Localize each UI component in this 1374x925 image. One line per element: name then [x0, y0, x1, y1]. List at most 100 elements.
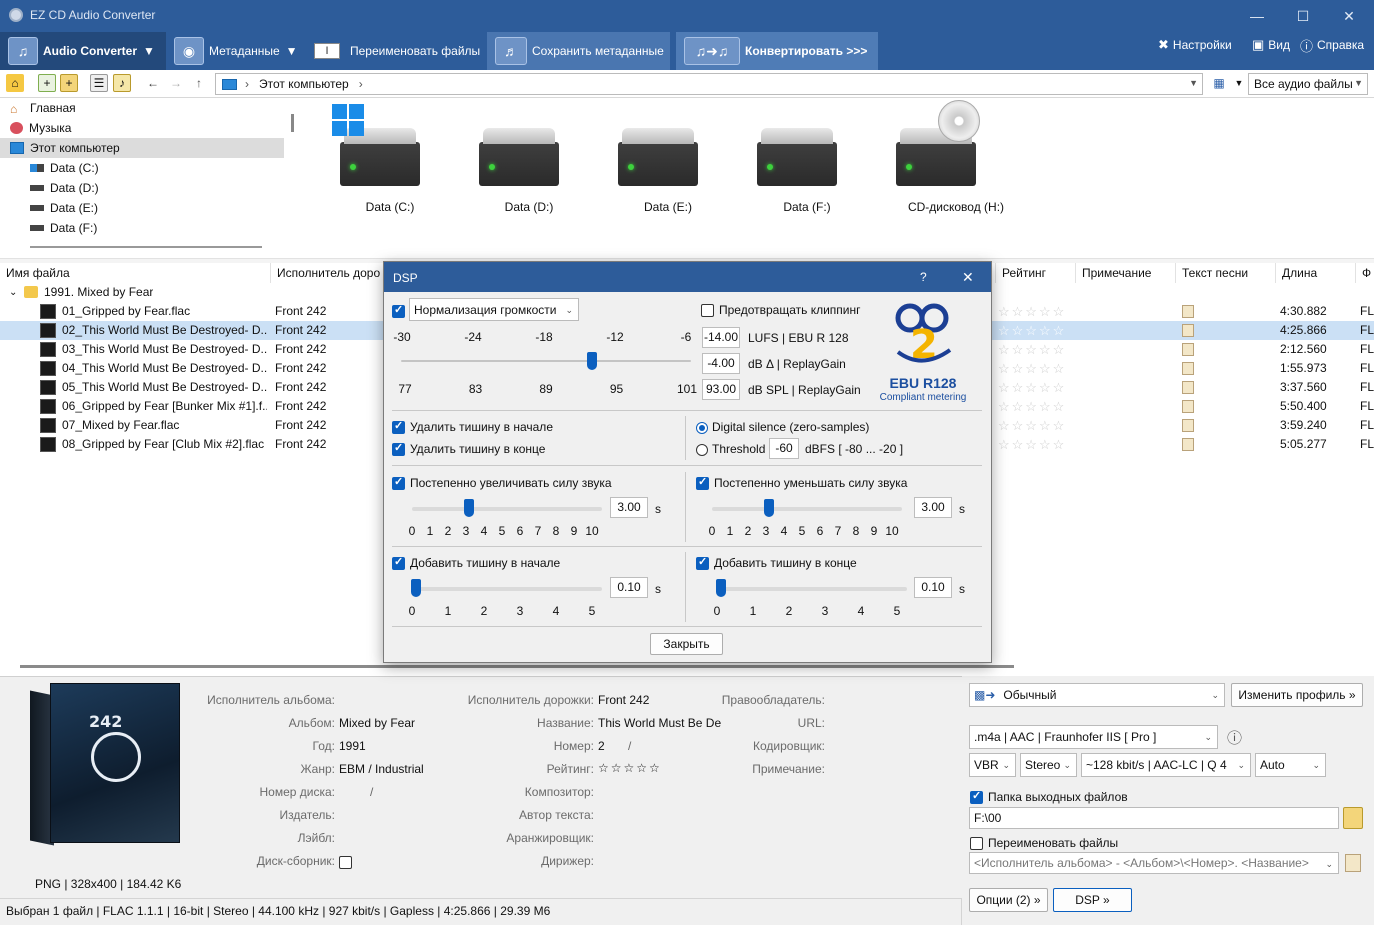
add-start-checkbox[interactable] [392, 555, 405, 571]
output-folder-input[interactable]: F:\00 [969, 807, 1339, 829]
add-end-input[interactable]: 0.10 [914, 577, 952, 598]
fade-out-option[interactable]: Постепенно уменьшать силу звука [696, 475, 907, 491]
fade-in-slider-track[interactable] [412, 507, 602, 511]
view-mode-icon[interactable]: ▦ [1210, 74, 1228, 92]
album-cover[interactable]: 242 [30, 683, 180, 848]
threshold-option[interactable]: Threshold [696, 442, 765, 456]
tree-item-home[interactable]: ⌂ Главная [10, 98, 280, 118]
help-icon[interactable]: ? [920, 270, 927, 284]
save-metadata-button[interactable]: ♬ Сохранить метаданные [487, 32, 670, 70]
forward-icon[interactable]: → [167, 74, 185, 92]
output-folder-checkbox[interactable] [970, 789, 983, 805]
rename-pattern-select[interactable]: <Исполнитель альбома> - <Альбом>\<Номер>… [969, 852, 1339, 874]
loudness-slider-track[interactable] [401, 360, 691, 362]
mode-select[interactable]: VBR ⌄ [969, 753, 1016, 777]
rename-files-option[interactable]: Переименовать файлы [970, 836, 1118, 851]
rating-stars[interactable]: ☆☆☆☆☆ [998, 302, 1066, 321]
address-bar[interactable]: › Этот компьютер › ▼ [215, 73, 1203, 95]
browse-folder-icon[interactable] [1343, 807, 1363, 829]
rename-files-button[interactable]: I Переименовать файлы [306, 32, 486, 70]
rating-stars[interactable]: ☆☆☆☆☆ [998, 435, 1066, 454]
maximize-icon[interactable]: ☐ [1280, 0, 1326, 32]
home-folder-icon[interactable]: ⌂ [6, 74, 24, 92]
rename-files-checkbox[interactable] [970, 837, 983, 851]
chevron-down-icon[interactable]: ▼ [1189, 78, 1198, 88]
add-end-checkbox[interactable] [696, 555, 709, 571]
db-delta-input[interactable]: -4.00 [702, 353, 740, 374]
prevent-clip-checkbox[interactable] [701, 304, 714, 318]
rating-stars[interactable]: ☆☆☆☆☆ [998, 397, 1066, 416]
add-end-slider-thumb[interactable] [715, 579, 726, 597]
fade-in-slider-thumb[interactable] [464, 499, 474, 517]
minimize-icon[interactable]: — [1234, 0, 1280, 32]
metadata-menu[interactable]: ◉ Метаданные ▼ [166, 32, 306, 70]
fade-out-checkbox[interactable] [696, 475, 709, 491]
lyrics-icon[interactable] [1182, 340, 1194, 359]
tree-item-drive-e[interactable]: Data (E:) [30, 198, 98, 218]
lyrics-icon[interactable] [1182, 321, 1194, 340]
dsp-close-button[interactable]: Закрыть [650, 633, 723, 655]
info-icon[interactable]: ⓘ [1227, 727, 1242, 748]
column-header-rating[interactable]: Рейтинг [995, 263, 1075, 283]
add-start-slider-track[interactable] [412, 587, 602, 591]
add-audio-icon[interactable]: ♪ [113, 74, 131, 92]
column-header-filename[interactable]: Имя файла [0, 263, 270, 283]
lyrics-icon[interactable] [1182, 435, 1194, 454]
dsp-button[interactable]: DSP » [1053, 888, 1132, 912]
tree-item-music[interactable]: Музыка [10, 118, 280, 138]
add-end-option[interactable]: Добавить тишину в конце [696, 555, 857, 571]
add-start-option[interactable]: Добавить тишину в начале [392, 555, 560, 571]
profile-select[interactable]: ▩➜ Обычный ⌄ [969, 683, 1225, 707]
add-folder-icon[interactable]: + [60, 74, 78, 92]
rating-stars[interactable]: ☆☆☆☆☆ [998, 359, 1066, 378]
rating-stars[interactable]: ☆☆☆☆☆ [998, 378, 1066, 397]
fade-in-option[interactable]: Постепенно увеличивать силу звука [392, 475, 612, 491]
tree-item-drive-f[interactable]: Data (F:) [30, 218, 97, 238]
tree-item-drive-d[interactable]: Data (D:) [30, 178, 99, 198]
remove-start-option[interactable]: Удалить тишину в начале [392, 419, 553, 435]
column-header-format[interactable]: Ф [1355, 263, 1374, 283]
tree-item-this-computer[interactable]: Этот компьютер [0, 138, 284, 158]
column-header-track-artist[interactable]: Исполнитель доро [270, 263, 383, 283]
prevent-clip-option[interactable]: Предотвращать клиппинг [701, 303, 861, 318]
add-end-slider-track[interactable] [717, 587, 907, 591]
track-number-value[interactable]: 2 [598, 739, 605, 753]
rating-stars[interactable]: ☆☆☆☆☆ [998, 416, 1066, 435]
tree-item-drive-c[interactable]: Data (C:) [30, 158, 99, 178]
rating-stars[interactable]: ☆☆☆☆☆ [598, 761, 662, 775]
help-button[interactable]: ⓘ Справка [1300, 35, 1364, 55]
fade-in-input[interactable]: 3.00 [610, 497, 648, 518]
fade-out-input[interactable]: 3.00 [914, 497, 952, 518]
rating-stars[interactable]: ☆☆☆☆☆ [998, 340, 1066, 359]
file-list-scrollbar[interactable] [20, 665, 1014, 668]
close-icon[interactable]: ✕ [1326, 0, 1372, 32]
drive-cd[interactable]: CD-дисковод (H:) [886, 98, 1026, 228]
loudness-slider-thumb[interactable] [587, 352, 597, 370]
album-value[interactable]: Mixed by Fear [339, 716, 415, 730]
threshold-radio[interactable] [696, 443, 708, 456]
digital-silence-option[interactable]: Digital silence (zero-samples) [696, 420, 869, 434]
drive-e[interactable]: Data (E:) [608, 98, 738, 228]
fade-in-checkbox[interactable] [392, 475, 405, 491]
lyrics-icon[interactable] [1182, 378, 1194, 397]
disc-number-value[interactable]: / [370, 785, 373, 799]
tree-hscrollbar[interactable] [30, 246, 262, 248]
change-profile-button[interactable]: Изменить профиль » [1231, 683, 1363, 707]
rating-stars[interactable]: ☆☆☆☆☆ [998, 321, 1066, 340]
channels-select[interactable]: Stereo ⌄ [1020, 753, 1077, 777]
add-start-input[interactable]: 0.10 [610, 577, 648, 598]
normalize-mode-select[interactable]: Нормализация громкости ⌄ [409, 298, 579, 321]
add-playlist-icon[interactable]: ☰ [90, 74, 108, 92]
back-icon[interactable]: ← [144, 74, 162, 92]
remove-start-checkbox[interactable] [392, 419, 405, 435]
audio-converter-menu[interactable]: ♫ Audio Converter ▼ [0, 32, 166, 70]
options-button[interactable]: Опции (2) » [969, 888, 1048, 912]
year-value[interactable]: 1991 [339, 739, 366, 753]
drive-c[interactable]: Data (C:) [330, 98, 460, 228]
lufs-input[interactable]: -14.00 [702, 327, 740, 348]
lyrics-icon[interactable] [1182, 302, 1194, 321]
settings-button[interactable]: ✖ Настройки [1158, 35, 1232, 55]
chevron-down-icon[interactable]: ▼ [1230, 74, 1248, 92]
convert-button[interactable]: ♫➜♫ Конвертировать >>> [676, 32, 878, 70]
drive-d[interactable]: Data (D:) [469, 98, 599, 228]
